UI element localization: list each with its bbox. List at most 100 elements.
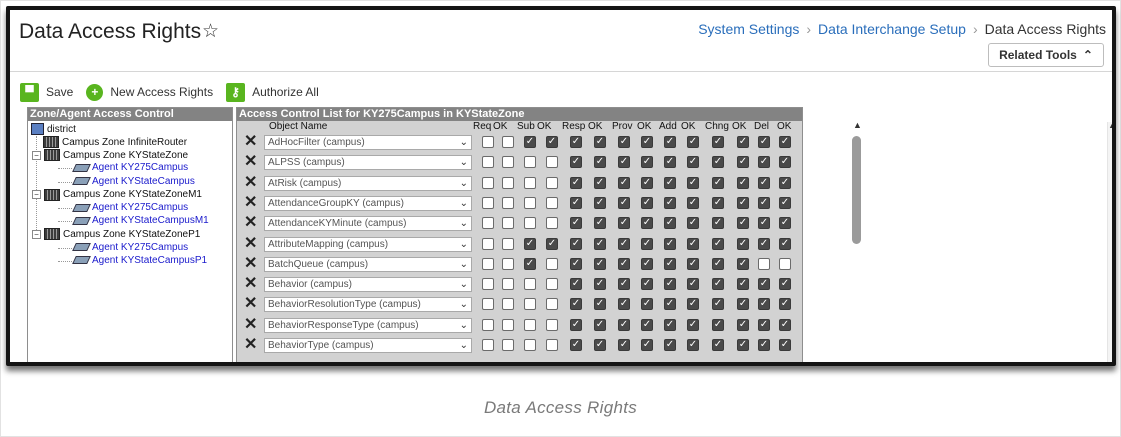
permission-checkbox[interactable]: ✓ <box>641 237 653 250</box>
permission-checkbox[interactable] <box>779 257 791 270</box>
permission-checkbox[interactable]: ✓ <box>712 257 724 270</box>
permission-checkbox[interactable]: ✓ <box>664 298 676 311</box>
permission-checkbox[interactable]: ✓ <box>641 278 653 291</box>
permission-checkbox[interactable]: ✓ <box>779 339 791 351</box>
permission-checkbox[interactable]: ✓ <box>779 136 791 148</box>
tree-agent-node[interactable]: Agent KYStateCampus <box>72 176 195 187</box>
permission-checkbox[interactable]: ✓ <box>687 298 699 311</box>
favorite-star-icon[interactable]: ☆ <box>202 20 219 43</box>
permission-checkbox[interactable]: ✓ <box>712 278 724 291</box>
permission-checkbox[interactable]: ✓ <box>712 318 724 331</box>
permission-checkbox[interactable]: ✓ <box>524 237 536 250</box>
permission-checkbox[interactable]: ✓ <box>618 339 630 351</box>
delete-row-icon[interactable]: ✕ <box>244 215 257 231</box>
permission-checkbox[interactable]: ✓ <box>570 257 582 270</box>
permission-checkbox[interactable]: ✓ <box>737 339 749 351</box>
permission-checkbox[interactable]: ✓ <box>737 257 749 270</box>
permission-checkbox[interactable]: ✓ <box>779 298 791 311</box>
object-name-select[interactable]: BehaviorResponseType (campus) ⌄ <box>264 317 472 333</box>
delete-row-icon[interactable]: ✕ <box>244 296 257 312</box>
delete-row-icon[interactable]: ✕ <box>244 276 257 292</box>
permission-checkbox[interactable]: ✓ <box>618 217 630 230</box>
permission-checkbox[interactable]: ✓ <box>687 136 699 148</box>
permission-checkbox[interactable]: ✓ <box>641 257 653 270</box>
permission-checkbox[interactable] <box>546 278 558 291</box>
tree-zone-node[interactable]: − Campus Zone KYStateZoneM1 <box>32 188 202 201</box>
permission-checkbox[interactable]: ✓ <box>737 156 749 169</box>
permission-checkbox[interactable]: ✓ <box>594 318 606 331</box>
breadcrumb-system-settings[interactable]: System Settings <box>698 21 799 37</box>
permission-checkbox[interactable]: ✓ <box>618 298 630 311</box>
permission-checkbox[interactable] <box>524 318 536 331</box>
permission-checkbox[interactable]: ✓ <box>594 298 606 311</box>
permission-checkbox[interactable]: ✓ <box>758 196 770 209</box>
permission-checkbox[interactable]: ✓ <box>712 176 724 189</box>
delete-row-icon[interactable]: ✕ <box>244 174 257 191</box>
permission-checkbox[interactable]: ✓ <box>594 237 606 250</box>
object-name-select[interactable]: AtRisk (campus) ⌄ <box>264 175 472 191</box>
permission-checkbox[interactable]: ✓ <box>664 217 676 230</box>
object-name-select[interactable]: Behavior (campus) ⌄ <box>264 277 472 293</box>
permission-checkbox[interactable]: ✓ <box>546 237 558 250</box>
permission-checkbox[interactable]: ✓ <box>687 278 699 291</box>
permission-checkbox[interactable]: ✓ <box>687 257 699 270</box>
object-name-select[interactable]: ALPSS (campus) ⌄ <box>264 155 472 171</box>
permission-checkbox[interactable] <box>482 278 494 291</box>
tree-agent-node[interactable]: Agent KYStateCampusP1 <box>72 255 207 266</box>
permission-checkbox[interactable]: ✓ <box>664 278 676 291</box>
permission-checkbox[interactable] <box>546 339 558 351</box>
vertical-scrollbar-thumb[interactable] <box>852 136 861 244</box>
permission-checkbox[interactable]: ✓ <box>664 156 676 169</box>
permission-checkbox[interactable] <box>524 156 536 169</box>
permission-checkbox[interactable]: ✓ <box>758 298 770 311</box>
permission-checkbox[interactable] <box>502 237 514 250</box>
permission-checkbox[interactable]: ✓ <box>737 176 749 189</box>
permission-checkbox[interactable] <box>482 257 494 270</box>
permission-checkbox[interactable]: ✓ <box>570 196 582 209</box>
permission-checkbox[interactable]: ✓ <box>712 217 724 230</box>
permission-checkbox[interactable]: ✓ <box>641 136 653 148</box>
permission-checkbox[interactable] <box>524 196 536 209</box>
delete-row-icon[interactable]: ✕ <box>244 134 257 150</box>
permission-checkbox[interactable]: ✓ <box>758 339 770 351</box>
authorize-all-button[interactable]: ⚷ Authorize All <box>226 82 319 102</box>
collapse-toggle-icon[interactable]: − <box>32 229 41 239</box>
permission-checkbox[interactable]: ✓ <box>737 298 749 311</box>
permission-checkbox[interactable]: ✓ <box>618 176 630 189</box>
permission-checkbox[interactable]: ✓ <box>687 318 699 331</box>
permission-checkbox[interactable]: ✓ <box>594 176 606 189</box>
permission-checkbox[interactable] <box>482 176 494 189</box>
collapse-toggle-icon[interactable]: − <box>32 150 41 160</box>
permission-checkbox[interactable]: ✓ <box>618 278 630 291</box>
permission-checkbox[interactable]: ✓ <box>779 196 791 209</box>
permission-checkbox[interactable]: ✓ <box>570 217 582 230</box>
tree-root-district[interactable]: district <box>31 123 76 135</box>
object-name-select[interactable]: BehaviorResolutionType (campus) ⌄ <box>264 297 472 313</box>
permission-checkbox[interactable]: ✓ <box>641 176 653 189</box>
permission-checkbox[interactable]: ✓ <box>737 196 749 209</box>
permission-checkbox[interactable]: ✓ <box>687 156 699 169</box>
object-name-select[interactable]: AdHocFilter (campus) ⌄ <box>264 135 472 150</box>
permission-checkbox[interactable] <box>502 298 514 311</box>
permission-checkbox[interactable]: ✓ <box>758 237 770 250</box>
object-name-select[interactable]: AttendanceKYMinute (campus) ⌄ <box>264 216 472 232</box>
permission-checkbox[interactable]: ✓ <box>687 339 699 351</box>
permission-checkbox[interactable]: ✓ <box>618 318 630 331</box>
delete-row-icon[interactable]: ✕ <box>244 194 257 211</box>
delete-row-icon[interactable]: ✕ <box>244 316 257 333</box>
tree-agent-node[interactable]: Agent KY275Campus <box>72 202 188 213</box>
permission-checkbox[interactable] <box>482 136 494 148</box>
permission-checkbox[interactable] <box>524 278 536 291</box>
permission-checkbox[interactable]: ✓ <box>758 176 770 189</box>
permission-checkbox[interactable]: ✓ <box>712 237 724 250</box>
permission-checkbox[interactable] <box>524 339 536 351</box>
permission-checkbox[interactable]: ✓ <box>664 237 676 250</box>
permission-checkbox[interactable]: ✓ <box>641 217 653 230</box>
delete-row-icon[interactable]: ✕ <box>244 255 257 272</box>
collapse-toggle-icon[interactable]: − <box>32 190 41 200</box>
permission-checkbox[interactable]: ✓ <box>618 196 630 209</box>
permission-checkbox[interactable]: ✓ <box>687 176 699 189</box>
permission-checkbox[interactable] <box>502 136 514 148</box>
permission-checkbox[interactable] <box>546 176 558 189</box>
permission-checkbox[interactable]: ✓ <box>758 136 770 148</box>
